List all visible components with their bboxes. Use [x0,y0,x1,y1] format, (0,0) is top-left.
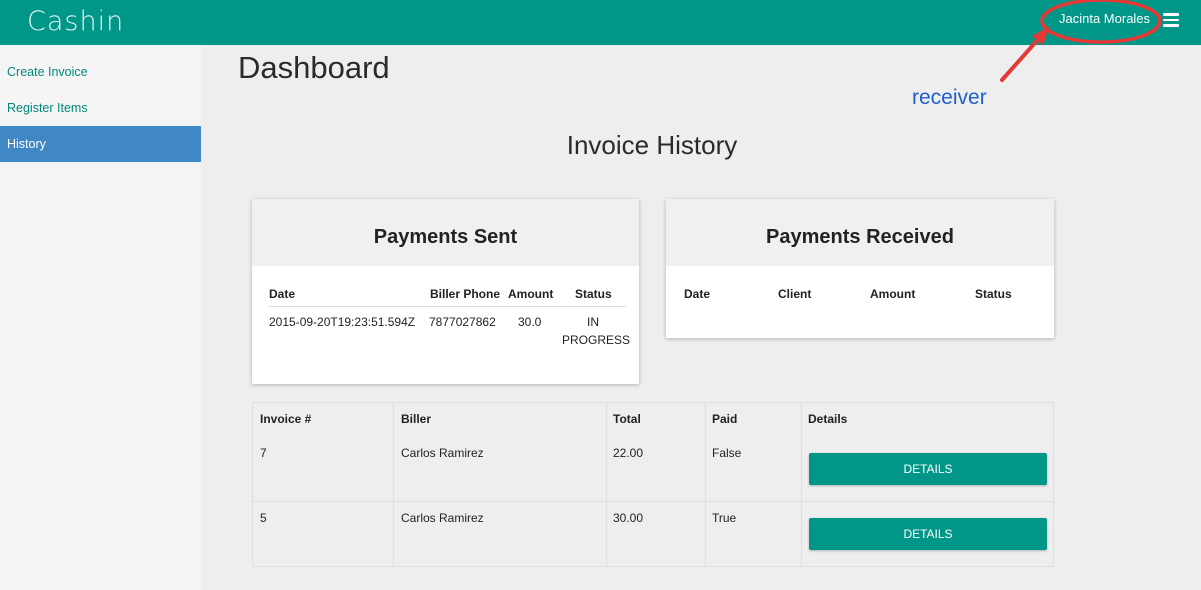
column-header: Date [684,287,711,301]
payments-received-title: Payments Received [666,199,1054,266]
cell-invoice-number: 5 [260,511,267,525]
annotation-ellipse [1040,0,1162,44]
brand-logo[interactable]: Cashin [27,6,124,37]
column-header: Amount [508,287,554,301]
cell-biller: Carlos Ramirez [401,446,484,460]
cell-invoice-number: 7 [260,446,267,460]
details-button[interactable]: DETAILS [809,518,1047,550]
page-title: Dashboard [238,50,390,85]
cell-total: 22.00 [613,446,644,460]
column-header: Status [975,287,1012,301]
column-header: Biller Phone [430,287,501,301]
sidebar: Create Invoice Register Items History [0,45,201,590]
annotation-arrow [1000,33,1044,82]
invoice-table: Invoice # Biller Total Paid Details 7 Ca… [252,402,1054,567]
table-divider [268,306,626,307]
column-header: Details [808,412,848,426]
cell-paid: True [712,511,737,525]
column-header: Status [575,287,612,301]
cell-status: IN [587,315,599,329]
column-header: Paid [712,412,738,426]
payments-sent-card: Payments Sent Date Biller Phone Amount S… [252,199,639,384]
cell-date: 2015-09-20T19:23:51.594Z [269,315,416,329]
column-header: Invoice # [260,412,312,426]
cell-paid: False [712,446,742,460]
sidebar-item-create-invoice[interactable]: Create Invoice [0,54,201,90]
column-divider [606,403,607,566]
payments-sent-title: Payments Sent [252,199,639,266]
details-button[interactable]: DETAILS [809,453,1047,485]
annotation-label: receiver [912,86,987,109]
column-divider [705,403,706,566]
cell-amount: 30.0 [518,315,542,329]
column-header: Biller [401,412,432,426]
column-divider [801,403,802,566]
column-header: Total [613,412,641,426]
column-header: Client [778,287,812,301]
section-title: Invoice History [566,130,738,160]
sidebar-item-register-items[interactable]: Register Items [0,90,201,126]
column-header: Date [269,287,296,301]
cell-status: PROGRESS [562,333,631,347]
annotation-overlay [1000,0,1162,82]
cell-total: 30.00 [613,511,644,525]
cell-biller: Carlos Ramirez [401,511,484,525]
column-divider [393,403,394,566]
column-header: Amount [870,287,916,301]
cell-biller-phone: 7877027862 [429,315,496,329]
payments-received-card: Payments Received Date Client Amount Sta… [666,199,1054,338]
row-divider [253,501,1053,502]
